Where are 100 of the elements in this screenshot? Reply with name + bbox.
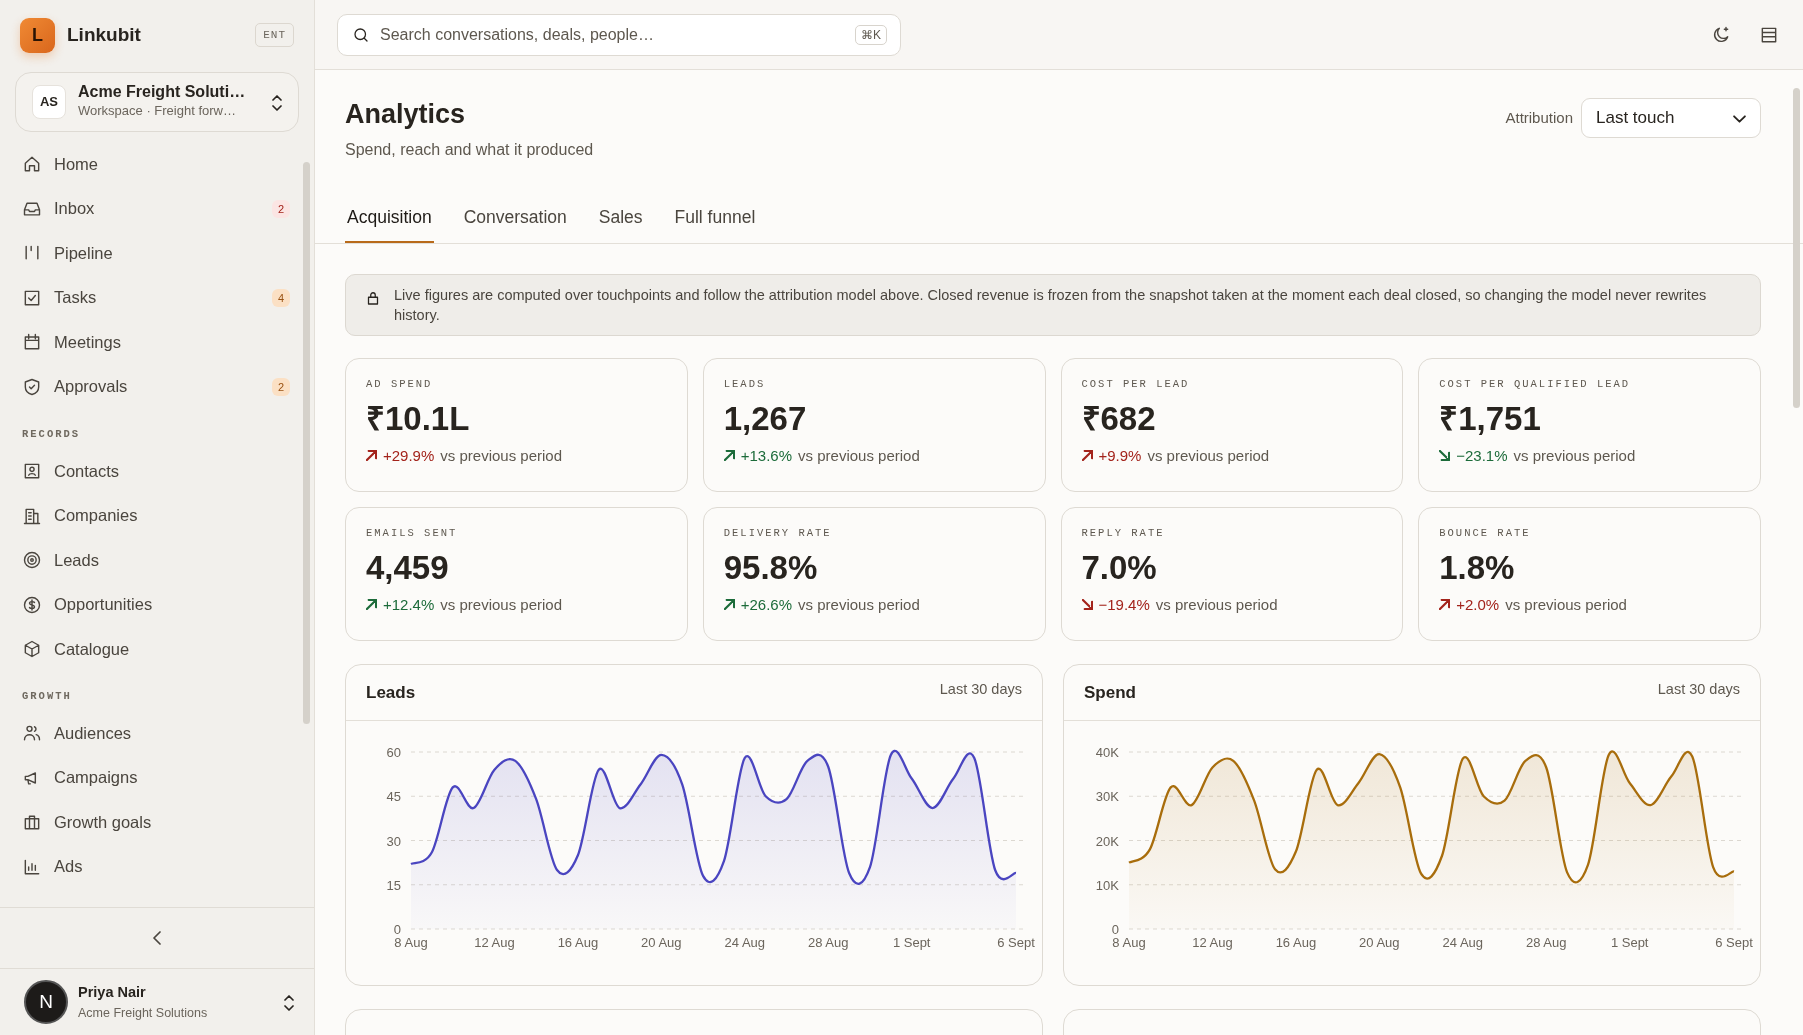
delta-value: +29.9% bbox=[383, 445, 435, 466]
axis-label: 8 Aug bbox=[394, 935, 428, 951]
arrow-up-right-icon bbox=[1439, 599, 1451, 611]
metric-value: ₹1,751 bbox=[1439, 399, 1542, 439]
arrow-down-right-icon bbox=[1081, 599, 1093, 611]
workspace-switcher[interactable]: AS Acme Freight Soluti… Workspace · Freight forw… bbox=[15, 72, 299, 132]
scrollbar[interactable] bbox=[1793, 88, 1800, 408]
user-avatar: N bbox=[24, 980, 68, 1024]
axis-label: 8 Aug bbox=[1112, 935, 1146, 951]
axis-label: 6 Sept bbox=[997, 935, 1035, 951]
axis-label: 30K bbox=[1095, 789, 1119, 805]
arrow-up-right-icon bbox=[1081, 450, 1093, 462]
axis-label: 28 Aug bbox=[1526, 935, 1567, 951]
arrow-up-right-icon bbox=[366, 599, 377, 611]
tab[interactable]: Acquisition bbox=[345, 196, 434, 243]
nav-item[interactable]: Inbox 2 bbox=[22, 186, 294, 231]
page-title: Analytics bbox=[345, 98, 467, 131]
metric-label: DELIVERY RATE bbox=[723, 526, 833, 542]
axis-label: 40K bbox=[1095, 745, 1119, 761]
axis-label: 20 Aug bbox=[641, 935, 682, 951]
nav-item[interactable]: Audiences bbox=[22, 711, 294, 756]
axis-label: 24 Aug bbox=[1442, 935, 1484, 951]
attribution-select[interactable]: Last touch bbox=[1581, 98, 1761, 138]
delta-value: −23.1% bbox=[1456, 445, 1508, 466]
metric-value: 95.8% bbox=[723, 548, 819, 588]
metric-label: EMAILS SENT bbox=[366, 526, 459, 542]
shortcut-hint: ⌘K bbox=[855, 24, 887, 45]
user-organization: Acme Freight Solutions bbox=[78, 1004, 209, 1022]
search-icon bbox=[352, 25, 370, 44]
nav-item[interactable]: Ads bbox=[22, 844, 294, 889]
metric-label: LEADS bbox=[723, 377, 767, 393]
count-badge: 2 bbox=[271, 199, 290, 218]
delta-caption: vs previous period bbox=[440, 445, 563, 466]
arrow-up-right-icon bbox=[366, 450, 377, 462]
user-name: Priya Nair bbox=[78, 982, 147, 1002]
axis-label: 60 bbox=[386, 745, 401, 761]
arrow-up-right-icon bbox=[723, 599, 735, 611]
axis-label: 16 Aug bbox=[1275, 935, 1317, 951]
scrollbar[interactable] bbox=[303, 162, 310, 724]
chevron-down-icon bbox=[1733, 114, 1746, 123]
metric-value: ₹10.1L bbox=[366, 399, 471, 439]
delta-caption: vs previous period bbox=[1505, 594, 1627, 615]
plan-label: ENT bbox=[255, 22, 294, 48]
workspace-subtitle: Workspace · Freight forw… bbox=[78, 102, 237, 121]
chevron-left-icon bbox=[153, 931, 161, 945]
nav-item[interactable]: Catalogue bbox=[22, 626, 294, 672]
contact-card-icon bbox=[22, 461, 42, 481]
section-label: RECORDS bbox=[22, 427, 82, 442]
delta-value: +12.4% bbox=[383, 594, 435, 615]
chart-period: Last 30 days bbox=[1657, 679, 1740, 699]
metric-label: COST PER QUALIFIED LEAD bbox=[1439, 377, 1632, 393]
chart-title: Spend bbox=[1084, 682, 1136, 704]
nav-item[interactable]: Leads bbox=[22, 537, 294, 583]
tab[interactable]: Sales bbox=[596, 196, 645, 243]
delta-caption: vs previous period bbox=[1155, 594, 1278, 615]
nav-item[interactable]: Companies bbox=[22, 493, 294, 538]
nav-item[interactable]: Approvals 2 bbox=[22, 364, 294, 409]
tab[interactable]: Conversation bbox=[461, 196, 569, 243]
count-badge: 2 bbox=[271, 377, 290, 396]
axis-label: 6 Sept bbox=[1715, 935, 1753, 951]
nav-item[interactable]: Opportunities bbox=[22, 582, 294, 627]
nav-item[interactable]: Home bbox=[22, 142, 294, 187]
box-icon bbox=[22, 639, 42, 659]
logo: L bbox=[20, 17, 55, 53]
metric-value: ₹682 bbox=[1081, 399, 1157, 439]
attribution-label: Attribution bbox=[1505, 107, 1573, 128]
brand-name: Linkubit bbox=[67, 22, 141, 47]
axis-label: 28 Aug bbox=[808, 935, 849, 951]
delta-caption: vs previous period bbox=[440, 594, 563, 615]
axis-label: 45 bbox=[386, 789, 401, 805]
workspace-avatar: AS bbox=[32, 85, 66, 119]
delta-value: +2.0% bbox=[1456, 594, 1500, 615]
delta-caption: vs previous period bbox=[1147, 445, 1270, 466]
tab[interactable]: Full funnel bbox=[672, 196, 758, 243]
notice-text: Live figures are computed over touchpoints and follow the attribution model above. Closed revenue is frozen from the snapshot taken at the moment each deal closed, so changing the model never rewrites history. bbox=[394, 285, 1708, 325]
delta-caption: vs previous period bbox=[1513, 445, 1636, 466]
delta-value: +13.6% bbox=[740, 445, 793, 466]
metric-value: 1.8% bbox=[1439, 548, 1516, 588]
axis-label: 20K bbox=[1095, 833, 1119, 849]
chart-title: Leads bbox=[366, 682, 416, 704]
delta-caption: vs previous period bbox=[798, 594, 920, 615]
nav-item[interactable]: Campaigns bbox=[22, 755, 294, 800]
nav-item[interactable]: Meetings bbox=[22, 320, 294, 365]
axis-label: 20 Aug bbox=[1359, 935, 1400, 951]
axis-label: 30 bbox=[386, 833, 401, 849]
nav-item[interactable]: Contacts bbox=[22, 448, 294, 494]
axis-label: 24 Aug bbox=[724, 935, 766, 951]
metric-label: AD SPEND bbox=[366, 377, 434, 393]
chart-period: Last 30 days bbox=[939, 679, 1022, 699]
user-menu[interactable]: N Priya Nair Acme Freight Solutions bbox=[0, 968, 314, 1035]
axis-label: 1 Sept bbox=[892, 935, 931, 951]
axis-label: 16 Aug bbox=[557, 935, 599, 951]
axis-label: 12 Aug bbox=[474, 935, 515, 951]
moon-icon bbox=[1711, 24, 1731, 45]
chevron-updown-icon bbox=[284, 994, 294, 1011]
nav-item[interactable]: Pipeline bbox=[22, 231, 294, 276]
nav-item[interactable]: Growth goals bbox=[22, 800, 294, 845]
axis-label: 12 Aug bbox=[1192, 935, 1233, 951]
nav-item[interactable]: Tasks 4 bbox=[22, 275, 294, 320]
axis-label: 0 bbox=[393, 922, 401, 938]
